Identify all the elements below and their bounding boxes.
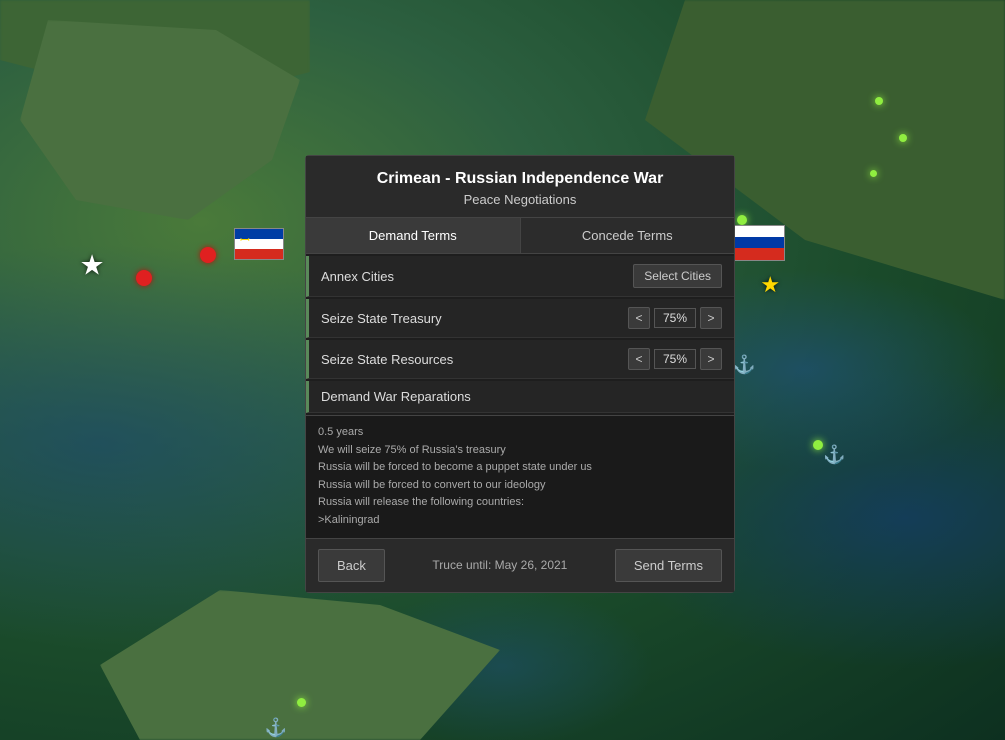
back-button[interactable]: Back (318, 549, 385, 582)
glow-dot-1 (737, 215, 747, 225)
summary-area: 0.5 years We will seize 75% of Russia's … (306, 415, 734, 538)
anchor-2: ⚓ (823, 445, 845, 466)
star-marker-gold: ★ (760, 272, 780, 298)
terms-list: Annex Cities Select Cities Seize State T… (306, 256, 734, 413)
treasury-decrease-button[interactable]: < (628, 307, 650, 329)
summary-line-4: Russia will be forced to convert to our … (318, 477, 722, 495)
red-dot-2 (200, 247, 216, 263)
flag-stripe-red (235, 249, 283, 259)
flag-symbol: ꟷ (240, 231, 250, 248)
glow-dot-5 (813, 440, 823, 450)
modal-subtitle: Peace Negotiations (322, 192, 718, 207)
flag-stripe-white: ꟷ (235, 239, 283, 249)
tab-demand-terms[interactable]: Demand Terms (306, 218, 521, 253)
resources-decrease-button[interactable]: < (628, 348, 650, 370)
glow-dot-6 (297, 698, 306, 707)
crimea-flag: ꟷ (234, 228, 284, 260)
term-row-annex-cities: Annex Cities Select Cities (306, 256, 734, 297)
russia-stripe-white (731, 226, 784, 237)
treasury-value: 75% (654, 308, 696, 328)
modal-header: Crimean - Russian Independence War Peace… (306, 156, 734, 218)
treasury-increase-button[interactable]: > (700, 307, 722, 329)
anchor-3: ⚓ (265, 718, 287, 739)
summary-line-3: Russia will be forced to become a puppet… (318, 459, 722, 477)
tab-concede-terms[interactable]: Concede Terms (521, 218, 735, 253)
peace-negotiations-modal: Crimean - Russian Independence War Peace… (305, 155, 735, 593)
russia-stripe-blue (731, 237, 784, 248)
term-row-seize-treasury: Seize State Treasury < 75% > (306, 299, 734, 338)
modal-footer: Back Truce until: May 26, 2021 Send Term… (306, 538, 734, 592)
russia-stripe-red (731, 248, 784, 260)
truce-info: Truce until: May 26, 2021 (393, 558, 607, 572)
term-row-seize-resources: Seize State Resources < 75% > (306, 340, 734, 379)
term-row-war-reparations: Demand War Reparations (306, 381, 734, 413)
russia-flag (730, 225, 785, 261)
glow-dot-3 (899, 134, 907, 142)
summary-line-2: We will seize 75% of Russia's treasury (318, 442, 722, 460)
term-label-seize-treasury: Seize State Treasury (321, 311, 628, 326)
resources-increase-button[interactable]: > (700, 348, 722, 370)
modal-tabs: Demand Terms Concede Terms (306, 218, 734, 254)
anchor-1: ⚓ (733, 355, 755, 376)
star-marker-1: ★ (79, 249, 104, 282)
modal-title: Crimean - Russian Independence War (322, 170, 718, 188)
term-label-annex-cities: Annex Cities (321, 269, 633, 284)
glow-dot-4 (870, 170, 877, 177)
resources-value: 75% (654, 349, 696, 369)
resources-controls: < 75% > (628, 348, 722, 370)
glow-dot-2 (875, 97, 883, 105)
select-cities-button[interactable]: Select Cities (633, 264, 722, 288)
summary-line-5: Russia will release the following countr… (318, 494, 722, 512)
send-terms-button[interactable]: Send Terms (615, 549, 722, 582)
treasury-controls: < 75% > (628, 307, 722, 329)
summary-line-1: 0.5 years (318, 424, 722, 442)
term-label-war-reparations: Demand War Reparations (321, 389, 722, 404)
red-dot-1 (136, 270, 152, 286)
term-label-seize-resources: Seize State Resources (321, 352, 628, 367)
summary-line-6: >Kaliningrad (318, 512, 722, 530)
